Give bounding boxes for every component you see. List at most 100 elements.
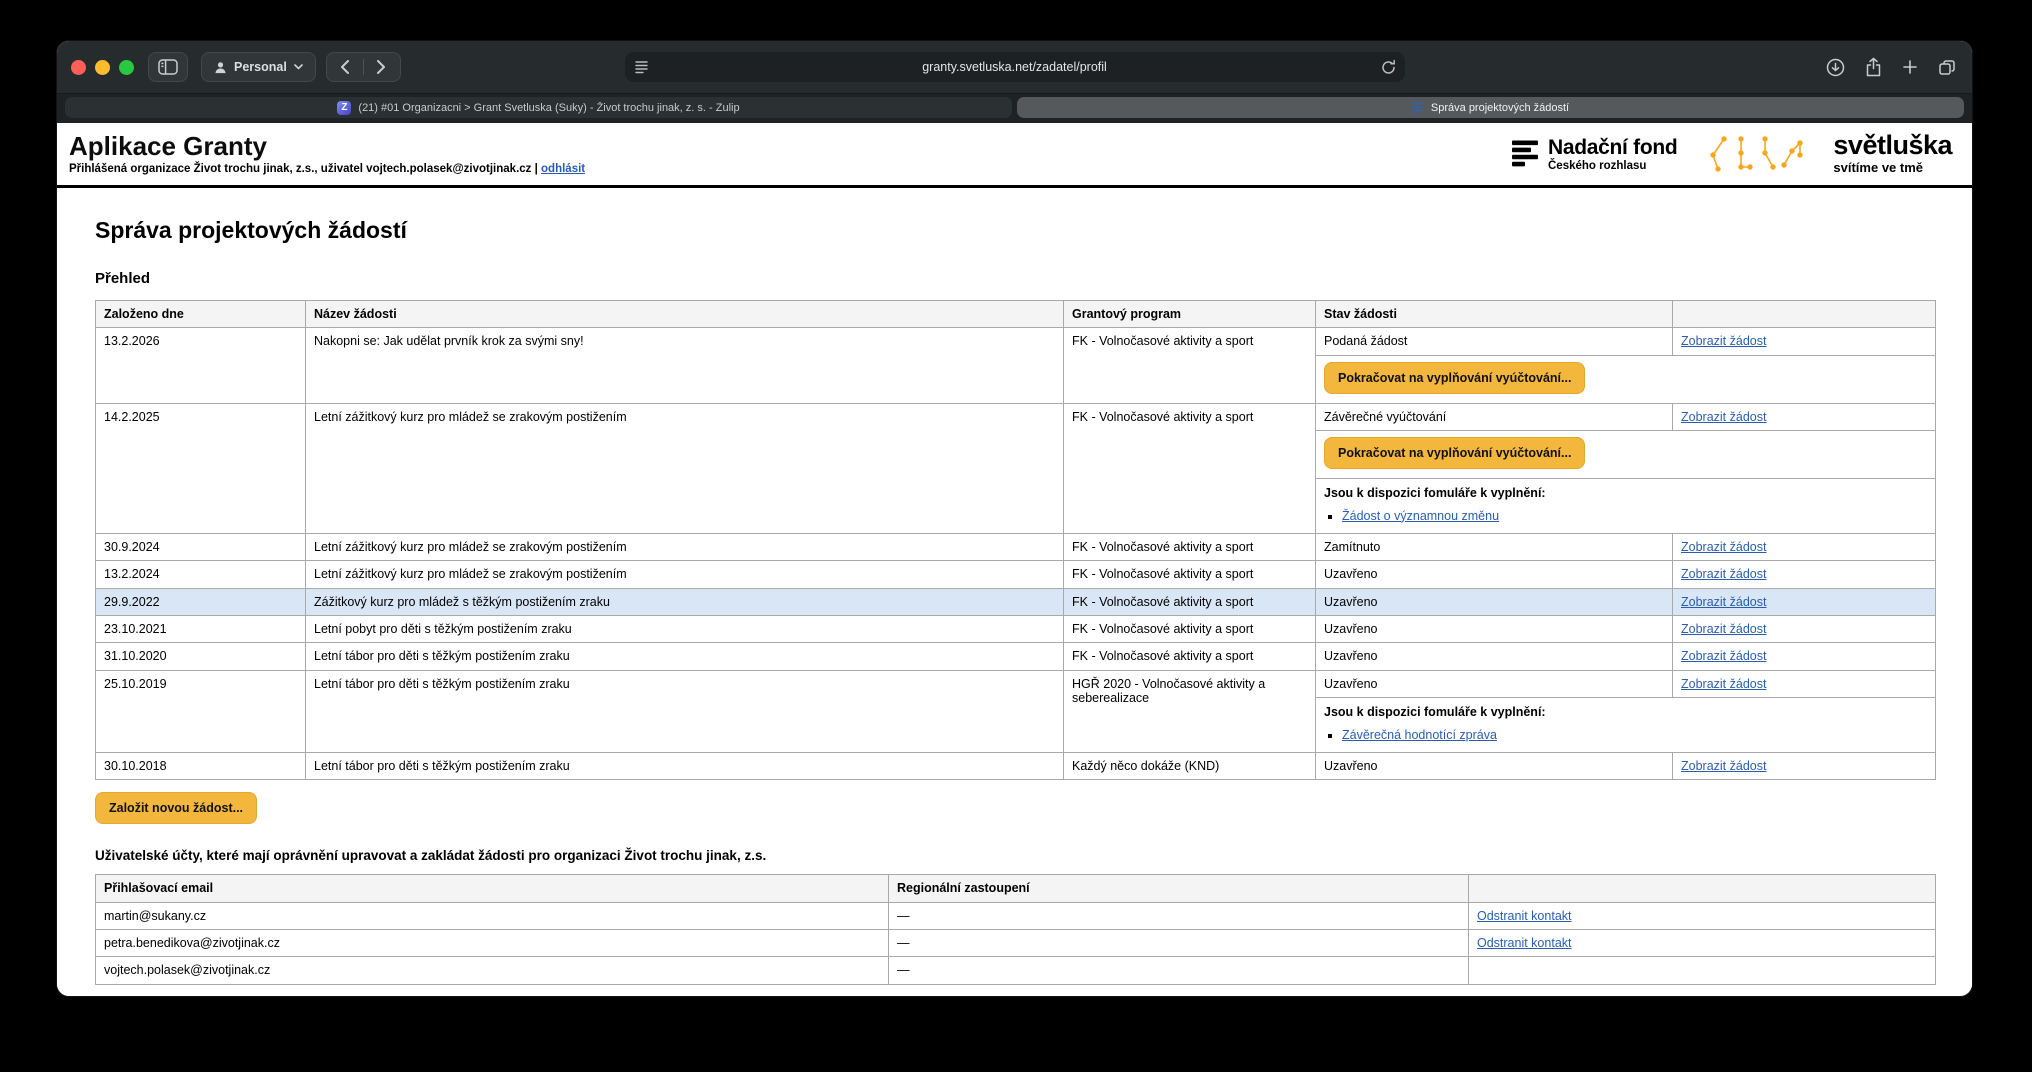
table-row: 23.10.2021 Letní pobyt pro děti s těžkým… [96, 616, 1936, 643]
new-tab-button[interactable] [1902, 59, 1918, 75]
chevron-down-icon [294, 64, 303, 70]
cell-program: FK - Volnočasové aktivity a sport [1064, 643, 1316, 670]
view-application-link[interactable]: Zobrazit žádost [1681, 649, 1766, 663]
forms-available-label: Jsou k dispozici fomuláře k vyplnění: [1324, 705, 1927, 719]
forward-button[interactable] [364, 53, 400, 81]
browser-toolbar: Personal [57, 41, 1972, 93]
cell-action: Zobrazit žádost [1673, 752, 1936, 779]
tab-zulip[interactable]: Z (21) #01 Organizacni > Grant Svetluska… [65, 97, 1012, 118]
cell-name: Letní tábor pro děti s těžkým postižením… [306, 670, 1064, 752]
downloads-button[interactable] [1826, 58, 1845, 77]
toolbar-right-icons [1826, 52, 1956, 82]
table-row: petra.benedikova@zivotjinak.cz — Odstran… [96, 930, 1936, 957]
col-header-actions [1673, 301, 1936, 328]
reader-icon[interactable] [635, 60, 648, 74]
cell-name: Letní tábor pro děti s těžkým postižením… [306, 752, 1064, 779]
cell-status: Uzavřeno [1316, 616, 1673, 643]
traffic-lights [71, 60, 134, 75]
cell-name: Letní pobyt pro děti s těžkým postižením… [306, 616, 1064, 643]
reload-button[interactable] [1381, 59, 1396, 75]
cell-name: Letní zážitkový kurz pro mládež se zrako… [306, 533, 1064, 560]
view-application-link[interactable]: Zobrazit žádost [1681, 410, 1766, 424]
tab-label: (21) #01 Organizacni > Grant Svetluska (… [358, 102, 739, 114]
col-header-regional: Regionální zastoupení [889, 875, 1469, 902]
view-application-link[interactable]: Zobrazit žádost [1681, 334, 1766, 348]
header-logos: Nadační fond Českého rozhlasu [1512, 131, 1956, 177]
cell-program: FK - Volnočasové aktivity a sport [1064, 403, 1316, 533]
cell-date: 13.2.2024 [96, 561, 306, 588]
col-header-email: Přihlašovací email [96, 875, 889, 902]
cell-action: Zobrazit žádost [1673, 643, 1936, 670]
nadacni-fond-logo: Nadační fond Českého rozhlasu [1512, 137, 1677, 172]
back-button[interactable] [327, 53, 363, 81]
cell-program: HGŘ 2020 - Volnočasové aktivity a sebere… [1064, 670, 1316, 752]
cell-status: Závěrečné vyúčtování [1316, 403, 1673, 430]
sidebar-icon [158, 59, 178, 75]
zoom-window-button[interactable] [119, 60, 134, 75]
nf-subtitle: Českého rozhlasu [1548, 160, 1677, 172]
cell-action: Zobrazit žádost [1673, 328, 1936, 355]
screenshot-canvas: Personal [0, 0, 2032, 1072]
table-row: 31.10.2020 Letní tábor pro děti s těžkým… [96, 643, 1936, 670]
cell-regional: — [889, 902, 1469, 929]
remove-contact-link[interactable]: Odstranit kontakt [1477, 909, 1572, 923]
cell-action: Zobrazit žádost [1673, 533, 1936, 560]
col-header-date: Založeno dne [96, 301, 306, 328]
cell-name: Letní tábor pro děti s těžkým postižením… [306, 643, 1064, 670]
cell-action-empty [1469, 957, 1936, 984]
cell-program: FK - Volnočasové aktivity a sport [1064, 616, 1316, 643]
table-row: vojtech.polasek@zivotjinak.cz — [96, 957, 1936, 984]
cell-program: FK - Volnočasové aktivity a sport [1064, 533, 1316, 560]
web-page: Aplikace Granty Přihlášená organizace Ži… [57, 123, 1972, 996]
minimize-window-button[interactable] [95, 60, 110, 75]
form-link[interactable]: Závěrečná hodnotící zpráva [1342, 728, 1497, 742]
cell-name: Zážitkový kurz pro mládež s těžkým posti… [306, 588, 1064, 615]
cell-action: Zobrazit žádost [1673, 561, 1936, 588]
view-application-link[interactable]: Zobrazit žádost [1681, 540, 1766, 554]
tabs-overview-icon [1938, 59, 1956, 76]
view-application-link[interactable]: Zobrazit žádost [1681, 622, 1766, 636]
cell-email: martin@sukany.cz [96, 902, 889, 929]
download-icon [1826, 58, 1845, 77]
view-application-link[interactable]: Zobrazit žádost [1681, 595, 1766, 609]
tab-overview-button[interactable] [1938, 59, 1956, 76]
table-row: 13.2.2024 Letní zážitkový kurz pro mláde… [96, 561, 1936, 588]
svetluska-title: světluška [1833, 133, 1952, 159]
tab-granty-active[interactable]: Správa projektových žádostí [1017, 97, 1964, 118]
view-application-link[interactable]: Zobrazit žádost [1681, 759, 1766, 773]
cell-name: Letní zážitkový kurz pro mládež se zrako… [306, 561, 1064, 588]
cell-program: FK - Volnočasové aktivity a sport [1064, 328, 1316, 403]
cell-regional: — [889, 930, 1469, 957]
form-list-item: Žádost o významnou změnu [1342, 509, 1927, 523]
form-link[interactable]: Žádost o významnou změnu [1342, 509, 1499, 523]
sidebar-toggle-button[interactable] [148, 52, 188, 82]
view-application-link[interactable]: Zobrazit žádost [1681, 567, 1766, 581]
login-status: Přihlášená organizace Život trochu jinak… [69, 163, 585, 175]
continue-settlement-button[interactable]: Pokračovat na vyplňování vyúčtování... [1324, 437, 1585, 469]
profile-switcher[interactable]: Personal [201, 52, 316, 82]
granty-favicon [1412, 102, 1424, 114]
view-application-link[interactable]: Zobrazit žádost [1681, 677, 1766, 691]
remove-contact-link[interactable]: Odstranit kontakt [1477, 936, 1572, 950]
app-title: Aplikace Granty [69, 133, 585, 160]
forms-available-label: Jsou k dispozici fomuláře k vyplnění: [1324, 486, 1927, 500]
cell-name: Nakopni se: Jak udělat prvník krok za sv… [306, 328, 1064, 403]
table-row: 30.10.2018 Letní tábor pro děti s těžkým… [96, 752, 1936, 779]
page-title: Správa projektových žádostí [95, 217, 1934, 244]
svetluska-logo-text: světluška svítíme ve tmě [1833, 133, 1952, 176]
share-button[interactable] [1865, 57, 1882, 77]
col-header-actions [1469, 875, 1936, 902]
continue-settlement-button[interactable]: Pokračovat na vyplňování vyúčtování... [1324, 362, 1585, 394]
new-application-button[interactable]: Založit novou žádost... [95, 792, 257, 824]
svetluska-constellation-icon [1705, 131, 1805, 177]
address-bar[interactable]: granty.svetluska.net/zadatel/profil [625, 52, 1405, 82]
overview-heading: Přehled [95, 270, 1934, 287]
close-window-button[interactable] [71, 60, 86, 75]
cell-date: 13.2.2026 [96, 328, 306, 403]
share-icon [1865, 57, 1882, 77]
forward-icon [377, 60, 386, 74]
logout-link[interactable]: odhlásit [541, 163, 585, 175]
cell-action: Zobrazit žádost [1673, 616, 1936, 643]
nf-title: Nadační fond [1548, 137, 1677, 158]
back-icon [340, 60, 349, 74]
